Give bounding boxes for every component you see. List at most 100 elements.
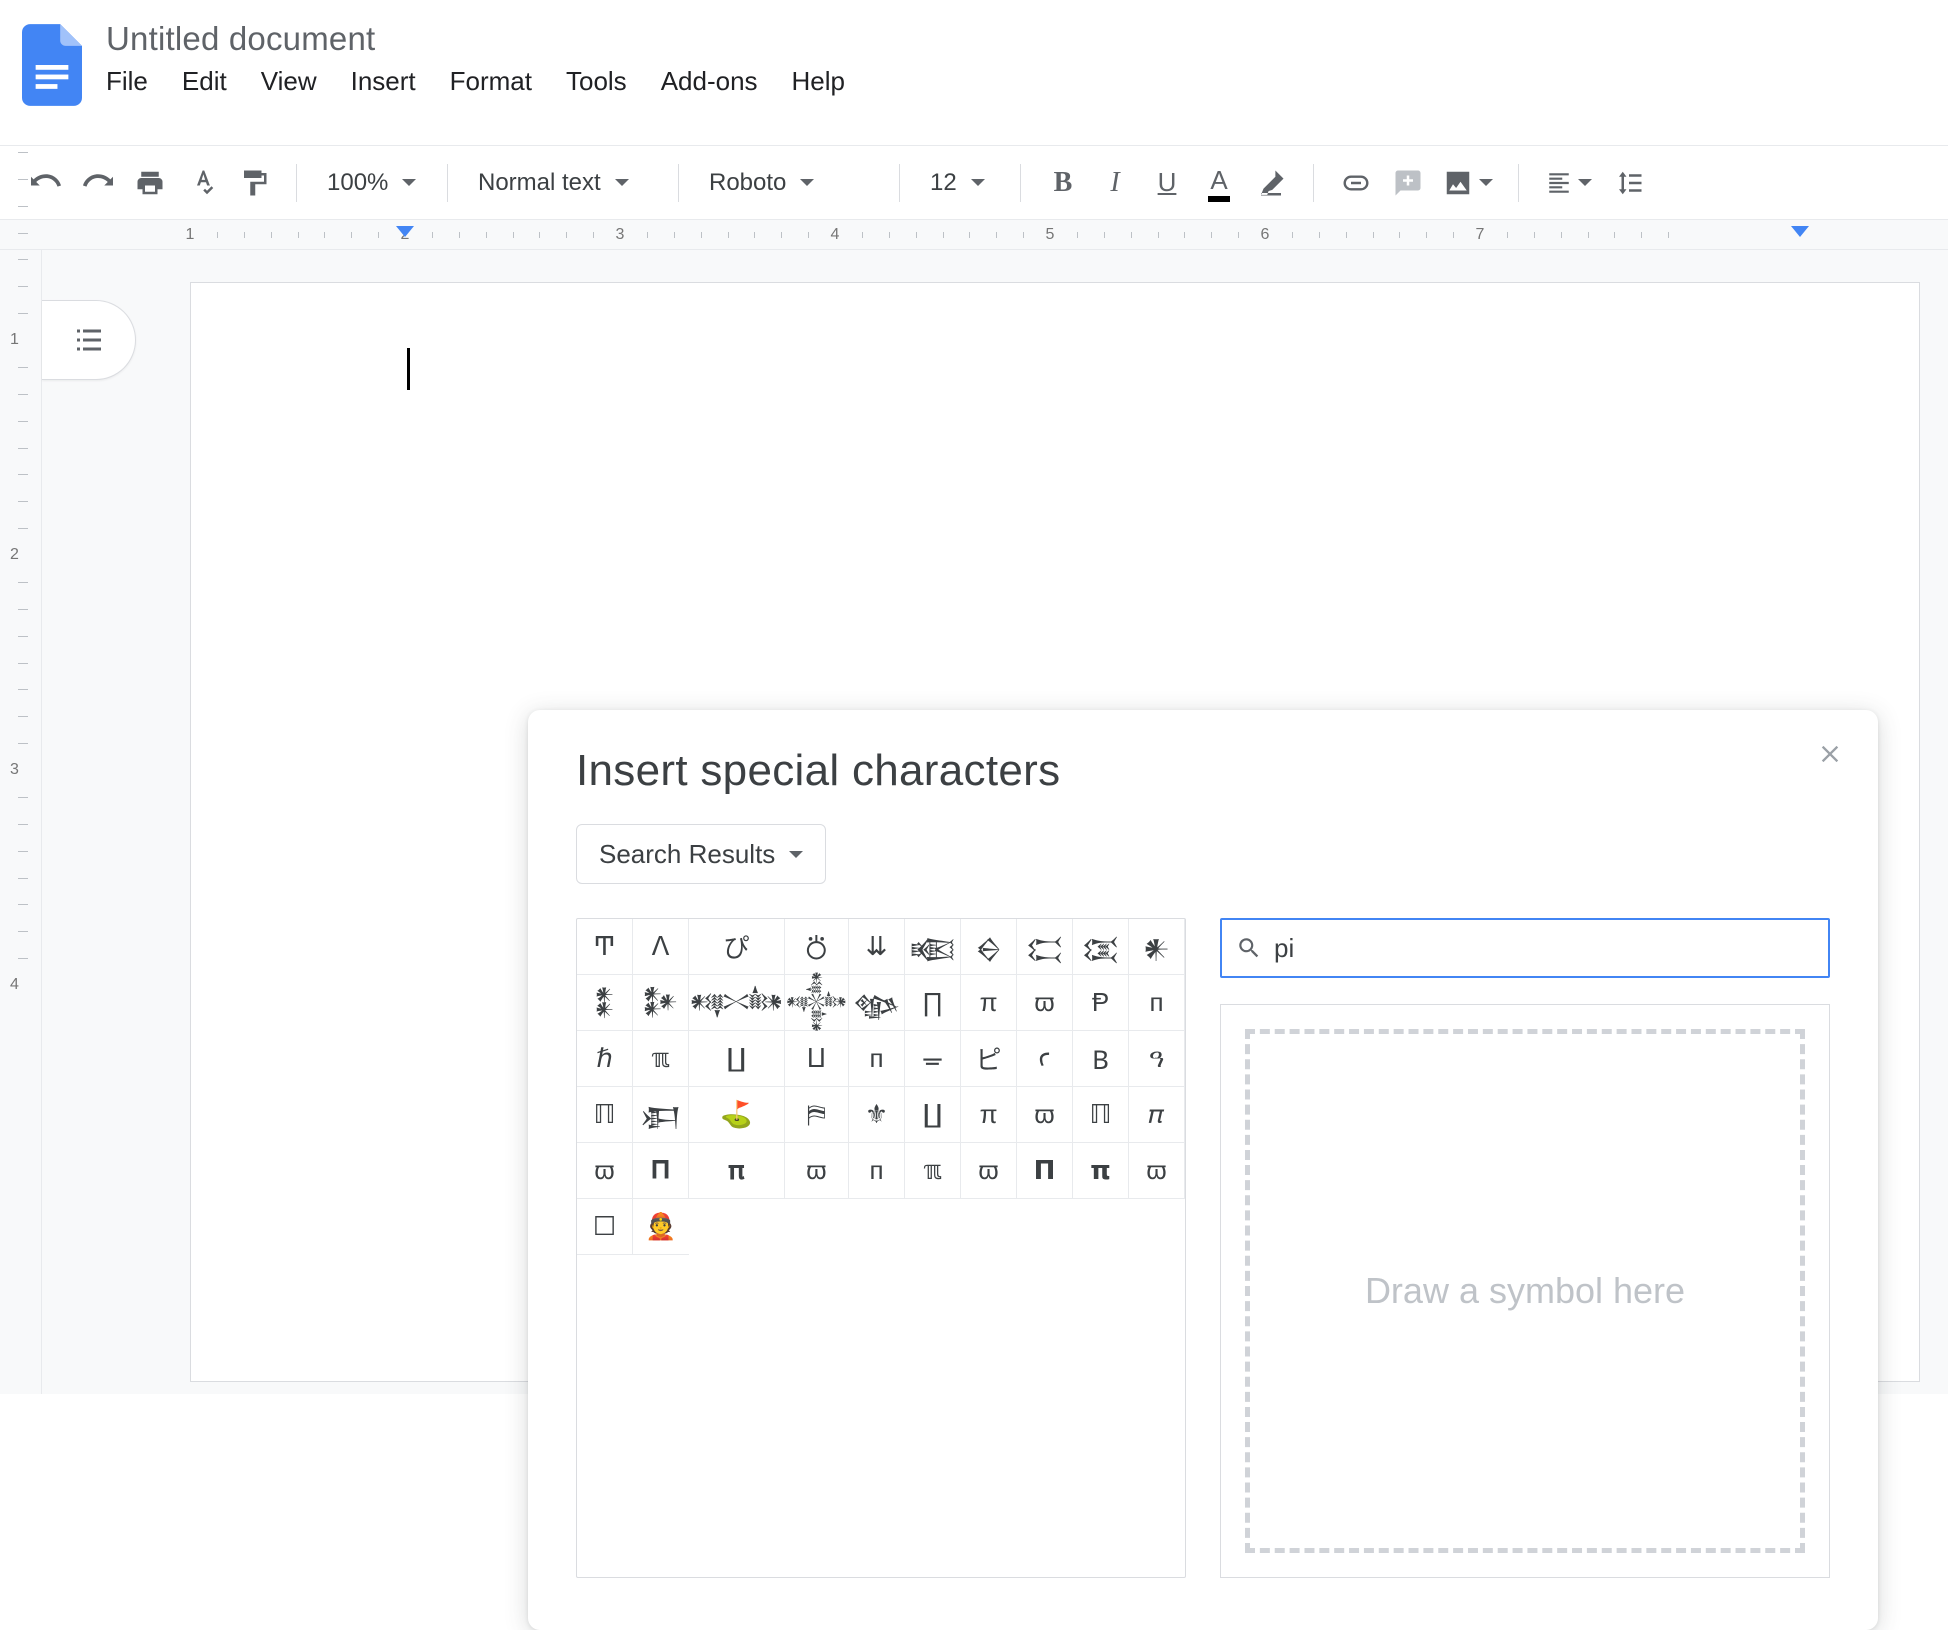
ruler-number: 6 bbox=[1261, 226, 1270, 244]
right-indent-marker[interactable] bbox=[1791, 226, 1809, 237]
character-cell[interactable]: ℿ bbox=[1073, 1087, 1129, 1143]
spellcheck-button[interactable] bbox=[180, 161, 224, 205]
ruler-number: 3 bbox=[616, 226, 625, 244]
redo-button[interactable] bbox=[76, 161, 120, 205]
character-cell[interactable]: ℼ bbox=[633, 1031, 689, 1087]
character-cell[interactable]: ℿ bbox=[577, 1087, 633, 1143]
character-cell[interactable]: Ᵽ bbox=[1073, 975, 1129, 1031]
italic-button[interactable]: I bbox=[1093, 161, 1137, 205]
undo-button[interactable] bbox=[24, 161, 68, 205]
character-cell[interactable]: ⨿ bbox=[785, 1031, 849, 1087]
character-cell[interactable]: 𒀫 bbox=[1017, 919, 1073, 975]
line-spacing-button[interactable] bbox=[1607, 161, 1651, 205]
docs-logo[interactable] bbox=[22, 24, 82, 106]
toolbar-separator bbox=[1518, 164, 1519, 202]
character-cell[interactable]: ᴨ bbox=[849, 1031, 905, 1087]
font-size-select[interactable]: 12 bbox=[920, 169, 1000, 197]
add-comment-button[interactable] bbox=[1386, 161, 1430, 205]
text-color-icon: A bbox=[1210, 165, 1227, 200]
character-cell[interactable]: ϖ bbox=[1129, 1143, 1185, 1199]
character-cell[interactable]: ϖ bbox=[785, 1143, 849, 1199]
vertical-ruler[interactable]: 1234 bbox=[0, 250, 42, 1394]
character-cell[interactable]: 𒀳 bbox=[633, 1087, 689, 1143]
zoom-value: 100% bbox=[327, 169, 388, 197]
character-cell[interactable]: ᴨ bbox=[849, 1143, 905, 1199]
character-cell[interactable]: ዓ bbox=[1129, 1031, 1185, 1087]
character-cell[interactable]: ⚜ bbox=[849, 1087, 905, 1143]
document-title[interactable]: Untitled document bbox=[106, 20, 1948, 58]
paragraph-style-select[interactable]: Normal text bbox=[468, 169, 658, 197]
paint-format-button[interactable] bbox=[232, 161, 276, 205]
insert-image-button[interactable] bbox=[1438, 161, 1498, 205]
caret-down-icon bbox=[800, 179, 814, 186]
menu-tools[interactable]: Tools bbox=[566, 66, 627, 97]
character-cell[interactable]: ∏ bbox=[905, 975, 961, 1031]
character-cell[interactable]: ᐱ bbox=[633, 919, 689, 975]
dialog-close-button[interactable] bbox=[1810, 734, 1850, 774]
character-cell[interactable]: Ͳ bbox=[577, 919, 633, 975]
character-cell[interactable]: π bbox=[961, 1087, 1017, 1143]
character-cell[interactable]: 𝚷 bbox=[633, 1143, 689, 1199]
underline-button[interactable]: U bbox=[1145, 161, 1189, 205]
character-search-input[interactable] bbox=[1274, 933, 1814, 964]
character-cell[interactable]: ϖ bbox=[1017, 975, 1073, 1031]
character-search-box[interactable] bbox=[1220, 918, 1830, 978]
character-cell[interactable]: 𒀪 bbox=[961, 919, 1017, 975]
character-cell[interactable]: ⇊ bbox=[849, 919, 905, 975]
character-cell[interactable]: 𒀮 bbox=[577, 975, 633, 1031]
menu-view[interactable]: View bbox=[261, 66, 317, 97]
category-select[interactable]: Search Results bbox=[576, 824, 826, 884]
character-cell[interactable]: 𒀯 bbox=[633, 975, 689, 1031]
character-cell[interactable]: ⛿ bbox=[785, 1087, 849, 1143]
menu-help[interactable]: Help bbox=[792, 66, 845, 97]
character-cell[interactable]: 𝜋 bbox=[1129, 1087, 1185, 1143]
character-cell[interactable]: 𒀲 bbox=[849, 975, 905, 1031]
menu-insert[interactable]: Insert bbox=[351, 66, 416, 97]
menu-file[interactable]: File bbox=[106, 66, 148, 97]
font-value: Roboto bbox=[709, 169, 786, 197]
character-cell[interactable]: 𝛑 bbox=[689, 1143, 785, 1199]
character-cell[interactable]: ϖ bbox=[577, 1143, 633, 1199]
character-cell[interactable]: 𐊡 bbox=[1073, 1031, 1129, 1087]
character-cell[interactable]: ∐ bbox=[689, 1031, 785, 1087]
character-cell[interactable]: ☐ bbox=[577, 1199, 633, 1255]
left-indent-marker[interactable] bbox=[396, 226, 414, 237]
character-cell[interactable]: 𒀰 bbox=[689, 975, 785, 1031]
font-select[interactable]: Roboto bbox=[699, 169, 879, 197]
zoom-select[interactable]: 100% bbox=[317, 169, 427, 197]
draw-symbol-box[interactable]: Draw a symbol here bbox=[1220, 1004, 1830, 1578]
character-cell[interactable]: ぴ bbox=[689, 919, 785, 975]
character-cell[interactable]: 👲 bbox=[633, 1199, 689, 1255]
highlight-color-button[interactable] bbox=[1249, 161, 1293, 205]
character-cell[interactable]: ⛳ bbox=[689, 1087, 785, 1143]
character-cell[interactable]: π bbox=[961, 975, 1017, 1031]
workspace: 1234 Insert special characters Search Re… bbox=[0, 250, 1948, 1394]
character-cell[interactable]: ∐ bbox=[905, 1087, 961, 1143]
character-cell[interactable]: ℼ bbox=[905, 1143, 961, 1199]
menu-edit[interactable]: Edit bbox=[182, 66, 227, 97]
character-cell[interactable]: ⛣ bbox=[785, 919, 849, 975]
character-cell[interactable]: 𒀭 bbox=[1129, 919, 1185, 975]
print-button[interactable] bbox=[128, 161, 172, 205]
align-button[interactable] bbox=[1539, 161, 1599, 205]
character-cell[interactable]: ϖ bbox=[1017, 1087, 1073, 1143]
bold-button[interactable]: B bbox=[1041, 161, 1085, 205]
insert-link-button[interactable] bbox=[1334, 161, 1378, 205]
document-outline-toggle[interactable] bbox=[42, 300, 136, 380]
character-cell[interactable]: 𝝿 bbox=[1073, 1143, 1129, 1199]
menu-addons[interactable]: Add-ons bbox=[661, 66, 758, 97]
text-color-button[interactable]: A bbox=[1197, 161, 1241, 205]
character-cell[interactable]: 𒀱 bbox=[785, 975, 849, 1031]
character-cell[interactable]: ピ bbox=[961, 1031, 1017, 1087]
character-cell[interactable]: ℏ bbox=[577, 1031, 633, 1087]
character-cell[interactable]: ᚚ bbox=[905, 1031, 961, 1087]
character-cell[interactable]: 𒀬 bbox=[1073, 919, 1129, 975]
character-cell[interactable]: ꜥ bbox=[1017, 1031, 1073, 1087]
title-area: Untitled document File Edit View Insert … bbox=[106, 10, 1948, 97]
character-cell[interactable]: 𒀩 bbox=[905, 919, 961, 975]
character-cell[interactable]: ᴨ bbox=[1129, 975, 1185, 1031]
horizontal-ruler[interactable]: 1234567 bbox=[0, 220, 1948, 250]
character-cell[interactable]: 𝝥 bbox=[1017, 1143, 1073, 1199]
character-cell[interactable]: ϖ bbox=[961, 1143, 1017, 1199]
menu-format[interactable]: Format bbox=[450, 66, 532, 97]
